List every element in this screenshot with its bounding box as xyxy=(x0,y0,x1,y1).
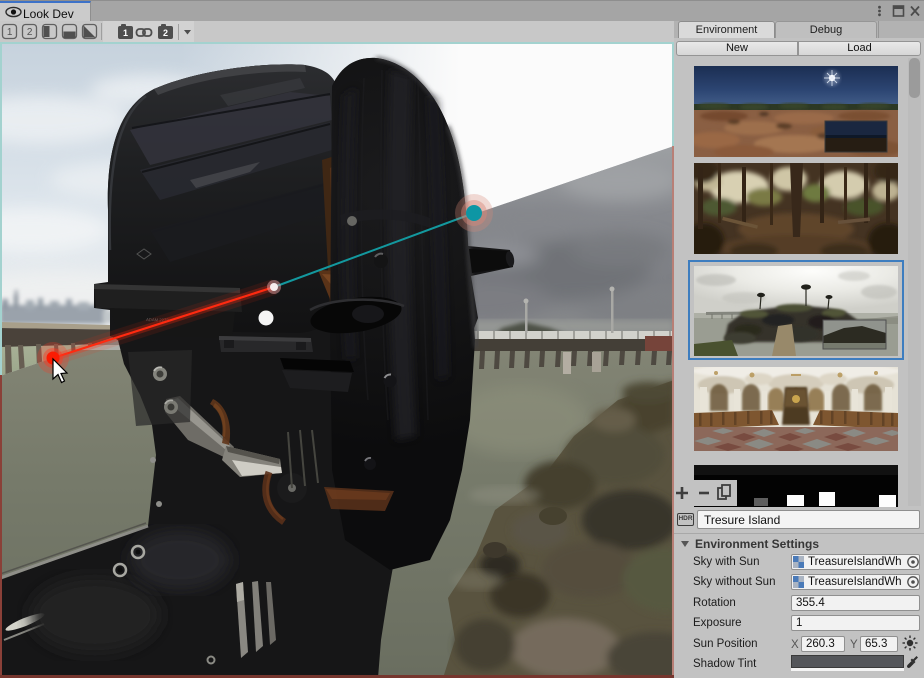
svg-text:2: 2 xyxy=(163,28,168,38)
svg-text:1: 1 xyxy=(123,28,128,38)
svg-text:1: 1 xyxy=(7,27,13,38)
svg-text:2: 2 xyxy=(27,27,33,38)
